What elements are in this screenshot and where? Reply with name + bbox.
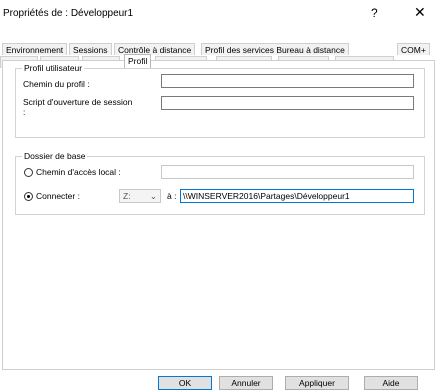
- to-label: à :: [167, 191, 177, 201]
- tab-sessions[interactable]: Sessions: [69, 43, 112, 55]
- connect-radio[interactable]: [24, 192, 33, 201]
- logon-script-label: Script d'ouverture de session :: [23, 97, 133, 117]
- tab-profil[interactable]: Profil: [124, 54, 152, 68]
- drive-select[interactable]: Z: ⌄: [119, 189, 161, 203]
- home-folder-legend: Dossier de base: [22, 151, 88, 161]
- tab-profil-services-bureau[interactable]: Profil des services Bureau à distance: [201, 43, 349, 55]
- local-path-field[interactable]: [161, 165, 414, 179]
- help-icon[interactable]: ?: [371, 6, 378, 20]
- local-path-label: Chemin d'accès local :: [36, 167, 121, 177]
- tab-panel-profil: Profil utilisateur Chemin du profil : Sc…: [2, 60, 435, 370]
- tab-com[interactable]: COM+: [397, 43, 430, 55]
- title-bar: Propriétés de : Développeur1 ? ✕: [0, 0, 436, 28]
- connect-label: Connecter :: [36, 191, 80, 201]
- logon-script-field[interactable]: [161, 96, 414, 110]
- profile-path-field[interactable]: [161, 74, 414, 88]
- close-icon[interactable]: ✕: [414, 4, 426, 21]
- home-folder-groupbox: Dossier de base Chemin d'accès local : C…: [15, 151, 425, 215]
- chevron-down-icon: ⌄: [149, 191, 157, 201]
- properties-dialog: Propriétés de : Développeur1 ? ✕ Environ…: [0, 0, 436, 390]
- tab-row-1: Environnement Sessions Contrôle à distan…: [0, 43, 436, 55]
- profile-group-legend: Profil utilisateur: [22, 63, 85, 73]
- profile-groupbox: Profil utilisateur Chemin du profil : Sc…: [15, 63, 425, 138]
- local-path-radio[interactable]: [24, 168, 33, 177]
- profile-path-label: Chemin du profil :: [23, 79, 90, 89]
- window-title: Propriétés de : Développeur1: [3, 8, 134, 19]
- drive-value: Z:: [123, 191, 131, 201]
- connect-path-field[interactable]: \\WINSERVER2016\Partages\Développeur1: [180, 189, 414, 203]
- tab-environnement[interactable]: Environnement: [2, 43, 68, 55]
